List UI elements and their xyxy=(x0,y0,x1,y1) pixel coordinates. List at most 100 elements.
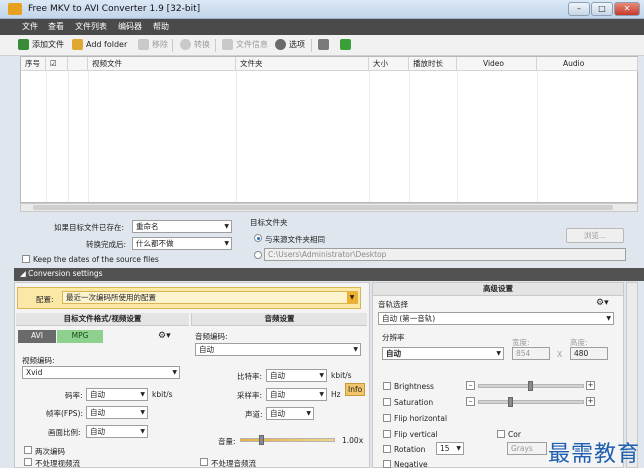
advanced-header: 高级设置 xyxy=(373,283,623,296)
fps-label: 帧率(FPS): xyxy=(46,409,83,418)
add-file-label: 添加文件 xyxy=(32,40,64,49)
after-convert-value: 什么都不做 xyxy=(136,239,174,248)
convert-button[interactable]: 转换 xyxy=(180,39,210,50)
saturation-checkbox[interactable] xyxy=(383,398,391,406)
custom-folder-radio[interactable] xyxy=(254,251,262,259)
saturation-slider[interactable] xyxy=(478,400,584,404)
track-select[interactable]: 自动 (第一音轨) ▼ xyxy=(378,312,614,325)
no-audio-checkbox[interactable] xyxy=(200,458,208,466)
file-list-grid[interactable]: 序号 ☑ 视频文件 文件夹 大小 播放时长 Video Audio xyxy=(20,56,638,203)
grayscale-select[interactable]: Grays xyxy=(507,442,547,455)
file-info-label: 文件信息 xyxy=(236,40,268,49)
file-info-button[interactable]: 文件信息 xyxy=(222,39,268,50)
flip-vertical-label: Flip vertical xyxy=(394,430,438,439)
add-folder-label: Add folder xyxy=(86,40,128,49)
convert-label: 转换 xyxy=(194,40,210,49)
if-exists-select[interactable]: 重命名 ▼ xyxy=(132,220,232,233)
pin-button[interactable] xyxy=(340,39,351,50)
options-button[interactable]: 选项 xyxy=(275,39,305,50)
remove-button[interactable]: 移除 xyxy=(138,39,168,50)
fps-select[interactable]: 自动 ▼ xyxy=(86,406,148,419)
flip-horizontal-checkbox[interactable] xyxy=(383,414,391,422)
col-size[interactable]: 大小 xyxy=(369,57,409,71)
close-button[interactable]: ✕ xyxy=(614,2,640,16)
home-button[interactable] xyxy=(318,39,329,50)
no-video-checkbox[interactable] xyxy=(24,458,32,466)
scroll-thumb[interactable] xyxy=(33,205,613,210)
menu-file[interactable]: 文件 xyxy=(22,21,38,32)
options-label: 选项 xyxy=(289,40,305,49)
menu-file-list[interactable]: 文件列表 xyxy=(75,21,107,32)
add-file-icon xyxy=(18,39,29,50)
audio-bitrate-value: 自动 xyxy=(270,371,285,380)
times-label: X xyxy=(557,350,563,359)
keep-dates-checkbox[interactable] xyxy=(22,255,30,263)
minimize-button[interactable]: – xyxy=(568,2,590,16)
grid-line xyxy=(88,71,89,202)
chevron-down-icon: ▼ xyxy=(319,391,324,398)
rotation-select[interactable]: 15 ▼ xyxy=(436,442,464,455)
info-button[interactable]: Info xyxy=(345,383,366,396)
play-icon xyxy=(180,39,191,50)
title-bar: Free MKV to AVI Converter 1.9 [32-bit] –… xyxy=(0,0,644,19)
samplerate-value: 自动 xyxy=(270,390,285,399)
volume-slider-thumb[interactable] xyxy=(259,435,264,445)
negative-label: Negative xyxy=(394,460,428,468)
conversion-settings-header[interactable]: ◢ Conversion settings xyxy=(14,268,644,281)
width-input[interactable]: 854 xyxy=(512,347,550,360)
menu-help[interactable]: 帮助 xyxy=(153,21,169,32)
flip-vertical-checkbox[interactable] xyxy=(383,430,391,438)
negative-checkbox[interactable] xyxy=(383,460,391,468)
aspect-value: 自动 xyxy=(90,427,105,436)
contrast-checkbox[interactable] xyxy=(497,430,505,438)
volume-slider[interactable] xyxy=(240,438,335,442)
browse-button[interactable]: 浏览... xyxy=(566,228,624,243)
saturation-slider-thumb[interactable] xyxy=(508,397,513,407)
add-folder-button[interactable]: Add folder xyxy=(72,39,127,50)
samplerate-unit: Hz xyxy=(331,390,341,399)
brightness-checkbox[interactable] xyxy=(383,382,391,390)
audio-bitrate-select[interactable]: 自动 ▼ xyxy=(266,369,327,382)
brightness-slider-thumb[interactable] xyxy=(528,381,533,391)
rotation-checkbox[interactable] xyxy=(383,445,391,453)
col-blank xyxy=(68,57,88,71)
tab-mpg[interactable]: MPG xyxy=(57,330,103,343)
resolution-select[interactable]: 自动 ▼ xyxy=(382,347,504,360)
audio-codec-select[interactable]: 自动 ▼ xyxy=(195,343,361,356)
col-index[interactable]: 序号 xyxy=(21,57,46,71)
two-pass-checkbox[interactable] xyxy=(24,446,32,454)
config-select[interactable]: 最近一次编码所使用的配置 ▼ xyxy=(62,291,358,304)
brightness-minus-button[interactable]: – xyxy=(466,381,475,390)
bitrate-select[interactable]: 自动 ▼ xyxy=(86,388,148,401)
aspect-select[interactable]: 自动 ▼ xyxy=(86,425,148,438)
samplerate-select[interactable]: 自动 ▼ xyxy=(266,388,327,401)
two-pass-label: 两次编码 xyxy=(35,447,65,456)
saturation-minus-button[interactable]: – xyxy=(466,397,475,406)
col-folder[interactable]: 文件夹 xyxy=(236,57,369,71)
gear-icon[interactable]: ⚙▾ xyxy=(596,298,609,308)
brightness-plus-button[interactable]: + xyxy=(586,381,595,390)
menu-view[interactable]: 查看 xyxy=(48,21,64,32)
after-convert-select[interactable]: 什么都不做 ▼ xyxy=(132,237,232,250)
video-codec-select[interactable]: Xvid ▼ xyxy=(22,366,180,379)
height-input[interactable]: 480 xyxy=(570,347,608,360)
saturation-plus-button[interactable]: + xyxy=(586,397,595,406)
custom-folder-input[interactable]: C:\Users\Administrator\Desktop xyxy=(264,248,626,261)
grid-line xyxy=(369,71,370,202)
tab-avi[interactable]: AVI xyxy=(18,330,56,343)
video-codec-value: Xvid xyxy=(26,368,43,377)
col-audio[interactable]: Audio xyxy=(537,57,638,71)
col-video[interactable]: Video xyxy=(457,57,537,71)
col-video-file[interactable]: 视频文件 xyxy=(88,57,236,71)
col-duration[interactable]: 播放时长 xyxy=(409,57,457,71)
video-codec-label: 视频编码: xyxy=(22,356,55,365)
col-check[interactable]: ☑ xyxy=(46,57,68,71)
menu-encoder[interactable]: 编码器 xyxy=(118,21,142,32)
same-as-source-label: 与来源文件夹相同 xyxy=(265,235,325,244)
horizontal-scrollbar[interactable] xyxy=(20,203,638,212)
same-as-source-radio[interactable] xyxy=(254,234,262,242)
maximize-button[interactable]: □ xyxy=(591,2,613,16)
gear-icon[interactable]: ⚙▾ xyxy=(158,331,171,341)
add-file-button[interactable]: 添加文件 xyxy=(18,39,64,50)
channels-select[interactable]: 自动 ▼ xyxy=(266,407,314,420)
